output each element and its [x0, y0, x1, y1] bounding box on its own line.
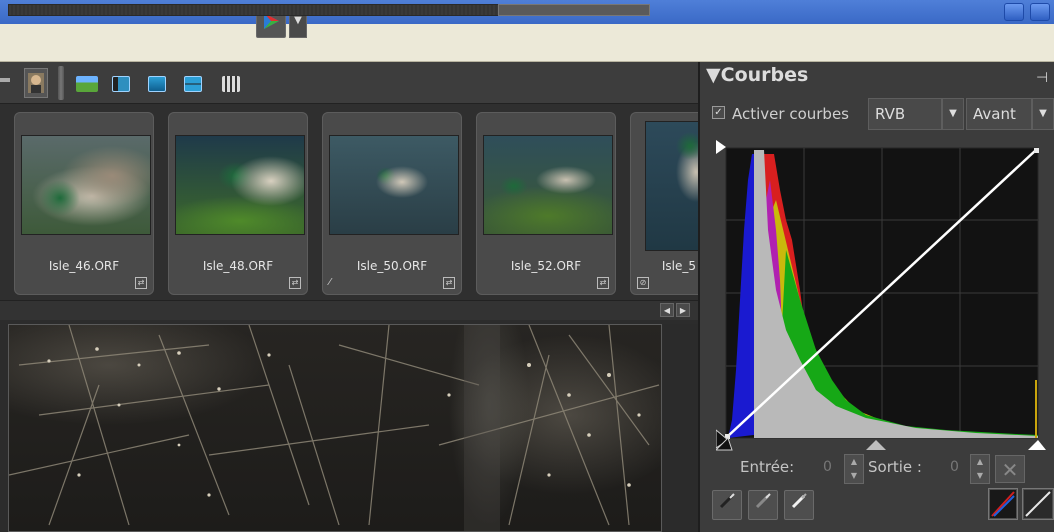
activer-courbes-checkbox[interactable]: ✓	[712, 106, 725, 119]
sortie-spinner[interactable]: ▲ ▼	[970, 454, 990, 484]
gray-point-eyedropper-button[interactable]	[748, 490, 778, 520]
avatar-icon	[28, 73, 44, 93]
checkmark-icon: ⁄	[329, 277, 331, 288]
thumbnail-image	[483, 135, 613, 235]
reset-point-button[interactable]: ✕	[995, 455, 1025, 483]
pin-icon[interactable]: ⊣	[1036, 70, 1048, 86]
output-white-marker[interactable]	[716, 140, 726, 154]
thumbnail-label: Isle_50.ORF	[356, 259, 428, 273]
white-point-eyedropper-button[interactable]	[784, 490, 814, 520]
thumbnail-label: Isle_46.ORF	[48, 259, 120, 273]
thumbnail-card[interactable]: Isle_46.ORF ⇄	[14, 112, 154, 295]
rgb-curve-icon	[990, 490, 1016, 518]
input-gamma-slider[interactable]	[866, 440, 886, 450]
thumbnail-card[interactable]: Isle_50.ORF ⁄ ⇄	[322, 112, 462, 295]
thumbnail-card[interactable]: Isle_48.ORF ⇄	[168, 112, 308, 295]
image-preview[interactable]	[8, 324, 662, 532]
maximize-button[interactable]	[1030, 3, 1050, 21]
black-point-eyedropper-button[interactable]	[712, 490, 742, 520]
entree-label: Entrée:	[740, 458, 795, 476]
scrollbar-thumb[interactable]	[498, 4, 650, 16]
thumbnail-label: Isle_48.ORF	[202, 259, 274, 273]
toolbar-handle	[0, 78, 10, 82]
thumbnail-card[interactable]: Isle_52.ORF ⇄	[476, 112, 616, 295]
edit-badge-icon: ⊘	[637, 277, 649, 289]
thumbnail-image	[21, 135, 151, 235]
white-point-eyedropper-icon	[791, 493, 807, 509]
thumbnail-image	[329, 135, 459, 235]
sortie-label: Sortie :	[868, 458, 922, 476]
preview-margin	[663, 324, 698, 532]
panel-title[interactable]: ▼Courbes	[706, 64, 808, 86]
thumbnail-image	[175, 135, 305, 235]
edit-badge-icon: ⇄	[135, 277, 147, 289]
compare-view-icon[interactable]	[184, 76, 202, 92]
collapse-triangle-icon[interactable]: ▼	[706, 64, 721, 86]
sortie-value[interactable]: 0	[950, 459, 959, 475]
edit-badge-icon: ⇄	[443, 277, 455, 289]
gray-point-eyedropper-icon	[755, 493, 771, 509]
minimize-button[interactable]	[1004, 3, 1024, 21]
thumbnail-label: Isle_52.ORF	[510, 259, 582, 273]
thumbnail-label: Isle_5	[661, 259, 696, 273]
filmstrip-view-icon[interactable]	[76, 76, 98, 92]
thumbnail-image	[645, 121, 700, 251]
edit-badge-icon: ⇄	[597, 277, 609, 289]
curves-graph[interactable]	[716, 140, 1046, 456]
luminance-curve-mode-button[interactable]	[1022, 488, 1054, 520]
channel-select[interactable]: RVB	[868, 98, 942, 130]
single-view-icon[interactable]	[148, 76, 166, 92]
black-point-eyedropper-icon	[719, 493, 735, 509]
menu-bar	[0, 24, 1054, 62]
luminance-curve-icon	[1024, 490, 1052, 518]
scroll-right-button[interactable]: ▶	[676, 303, 690, 317]
rgb-curve-mode-button[interactable]	[988, 488, 1018, 520]
curve-endpoint-white[interactable]	[1034, 148, 1039, 153]
activer-courbes-label: Activer courbes	[732, 105, 849, 123]
filmstrip-scrollbar[interactable]	[0, 300, 698, 320]
filmstrip-toolbar	[0, 62, 698, 104]
edit-badge-icon: ⇄	[289, 277, 301, 289]
thumbnail-card[interactable]: Isle_5 ⊘	[630, 112, 700, 295]
grid-view-icon[interactable]	[222, 76, 240, 92]
entree-value[interactable]: 0	[823, 459, 832, 475]
view-select[interactable]: Avant	[966, 98, 1032, 130]
viewer-filter-button[interactable]	[24, 68, 48, 98]
view-dropdown-arrow[interactable]: ▼	[1032, 98, 1054, 130]
input-white-slider[interactable]	[1028, 440, 1046, 450]
thumbnail-view-icon[interactable]	[112, 76, 130, 92]
scroll-left-button[interactable]: ◀	[660, 303, 674, 317]
toolbar-separator	[58, 66, 64, 100]
close-x-icon: ✕	[1001, 458, 1019, 482]
entree-spinner[interactable]: ▲ ▼	[844, 454, 864, 484]
channel-dropdown-arrow[interactable]: ▼	[942, 98, 964, 130]
branches-photo	[9, 325, 660, 531]
